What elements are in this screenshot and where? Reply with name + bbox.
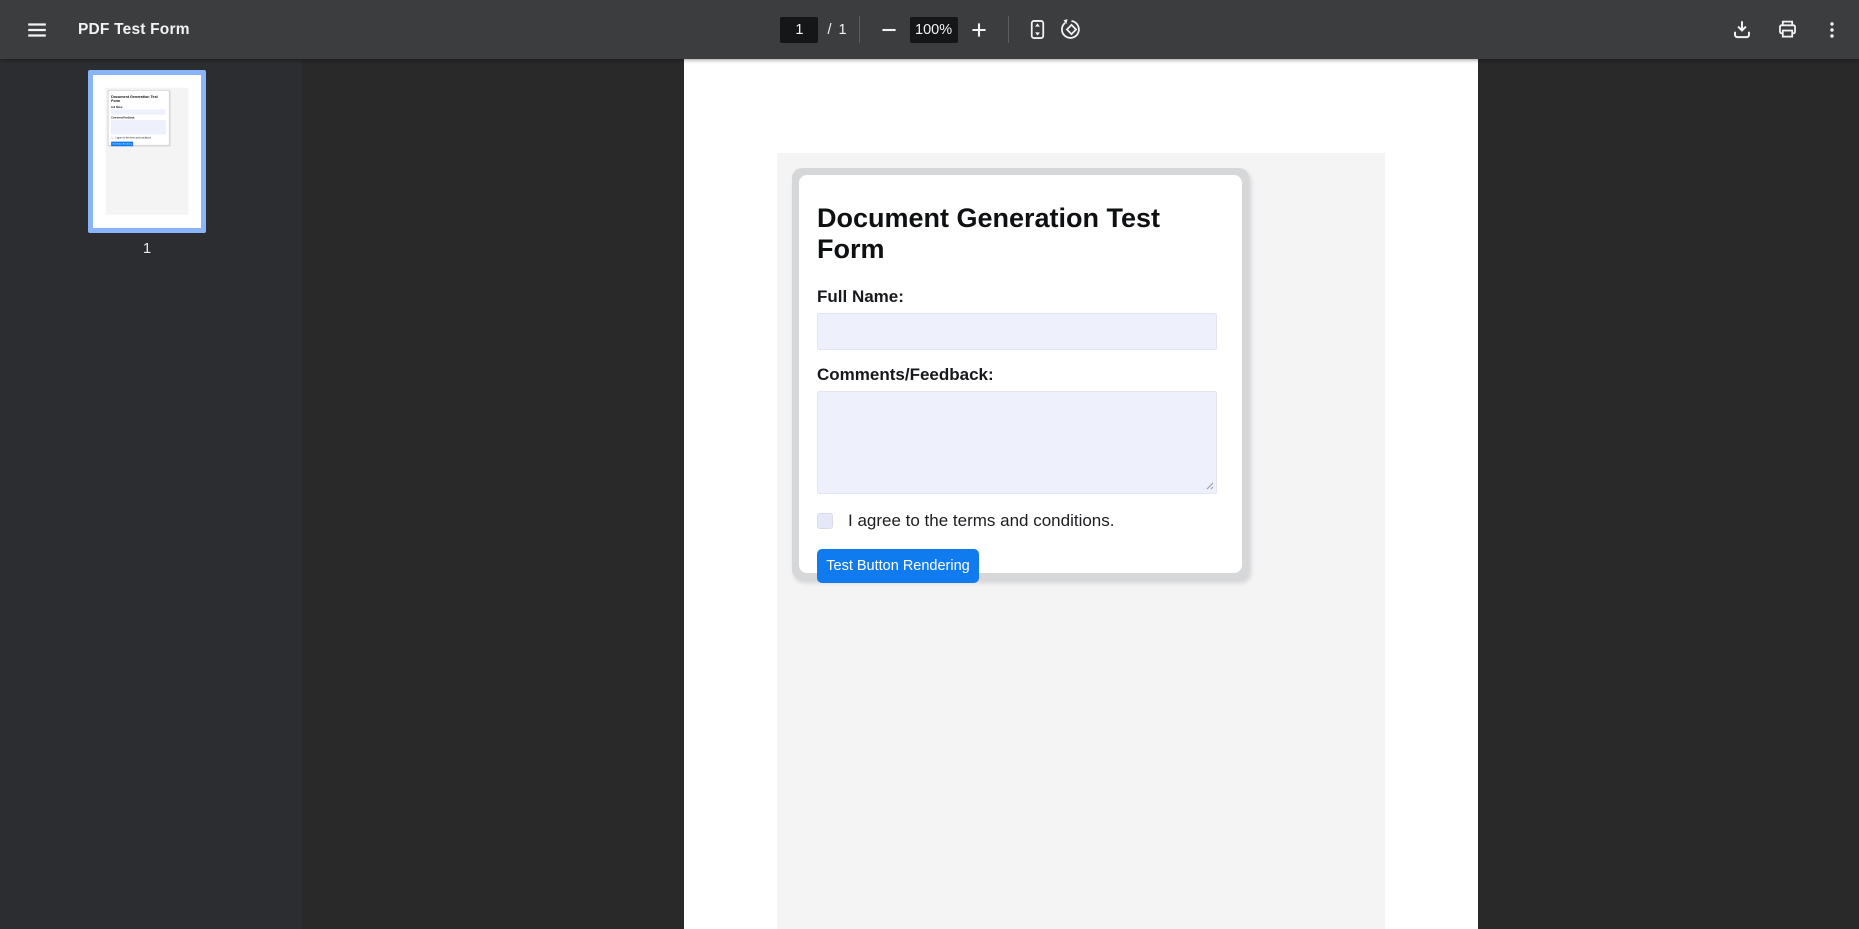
download-icon (1730, 18, 1754, 42)
viewer-content: Document Generation Test Form Full Name:… (0, 59, 1859, 929)
pdf-viewport: Document Generation Test Form Full Name:… (302, 59, 1859, 929)
page-count-separator: / (827, 22, 831, 38)
agree-checkbox[interactable] (817, 513, 833, 529)
zoom-level: 100% (910, 17, 958, 43)
thumbnail-sidebar: Document Generation Test Form Full Name:… (0, 59, 302, 929)
form-card: Document Generation Test Form Full Name:… (792, 168, 1249, 580)
pdf-page: Document Generation Test Form Full Name:… (93, 75, 201, 228)
zoom-out-icon (878, 19, 900, 41)
comments-textarea[interactable] (817, 391, 1217, 494)
full-name-input (111, 110, 165, 115)
print-icon (1776, 18, 1799, 41)
rotate-button[interactable] (1055, 13, 1089, 47)
full-name-label: Full Name: (817, 287, 1224, 307)
page-holder: Document Generation Test Form Full Name:… (684, 59, 1478, 929)
form-card-inner: Document Generation Test Form Full Name:… (799, 175, 1242, 573)
pdf-viewer-toolbar: PDF Test Form / 1 100% (0, 0, 1859, 59)
comments-label: Comments/Feedback: (111, 117, 166, 120)
comments-field: Comments/Feedback: (111, 117, 166, 135)
toolbar-right (1089, 13, 1849, 47)
form-page-background: Document Generation Test Form Full Name:… (777, 153, 1385, 929)
more-options-button[interactable] (1815, 13, 1849, 47)
agreement-row: I agree to the terms and conditions. (111, 136, 166, 139)
test-button: Test Button Rendering (111, 142, 133, 147)
agree-checkbox (111, 137, 113, 139)
form-heading: Document Generation Test Form (111, 95, 166, 103)
zoom-in-button[interactable] (962, 13, 996, 47)
page-count: / 1 (827, 22, 846, 38)
comments-field: Comments/Feedback: (817, 365, 1224, 494)
print-button[interactable] (1770, 13, 1804, 47)
fit-page-icon (1026, 18, 1049, 41)
toolbar-center: / 1 100% (780, 13, 1088, 47)
comments-textarea-wrap (817, 391, 1217, 494)
toolbar-divider (859, 16, 860, 43)
full-name-field: Full Name: (817, 287, 1224, 350)
agree-label: I agree to the terms and conditions. (848, 511, 1115, 531)
form-heading: Document Generation Test Form (817, 203, 1224, 265)
comments-textarea (111, 120, 165, 134)
menu-button[interactable] (20, 13, 54, 47)
thumbnail-wrap: Document Generation Test Form Full Name:… (88, 70, 206, 257)
more-vert-icon (1821, 19, 1843, 41)
download-button[interactable] (1725, 13, 1759, 47)
page-number-input[interactable] (780, 17, 818, 43)
page-count-total: 1 (838, 22, 846, 38)
fit-page-button[interactable] (1021, 13, 1055, 47)
full-name-field: Full Name: (111, 106, 166, 115)
page-thumbnail-1[interactable]: Document Generation Test Form Full Name:… (88, 70, 206, 233)
form-page-background: Document Generation Test Form Full Name:… (106, 88, 189, 215)
toolbar-divider (1008, 16, 1009, 43)
comments-label: Comments/Feedback: (817, 365, 1224, 385)
agree-label: I agree to the terms and conditions. (115, 136, 151, 139)
form-card: Document Generation Test Form Full Name:… (108, 90, 170, 146)
thumbnail-preview: Document Generation Test Form Full Name:… (93, 75, 201, 228)
thumbnail-page-label: 1 (88, 240, 206, 257)
test-button[interactable]: Test Button Rendering (817, 549, 979, 583)
menu-icon (26, 19, 48, 41)
document-title: PDF Test Form (78, 21, 190, 39)
toolbar-left: PDF Test Form (20, 13, 780, 47)
resize-handle-icon (164, 132, 165, 133)
pdf-page: Document Generation Test Form Full Name:… (684, 59, 1478, 929)
form-card-inner: Document Generation Test Form Full Name:… (109, 91, 169, 145)
resize-handle-icon (1203, 479, 1214, 490)
full-name-label: Full Name: (111, 106, 166, 109)
full-name-input[interactable] (817, 313, 1217, 350)
zoom-in-icon (968, 19, 990, 41)
zoom-out-button[interactable] (872, 13, 906, 47)
rotate-icon (1060, 18, 1083, 41)
agreement-row: I agree to the terms and conditions. (817, 511, 1224, 531)
comments-textarea-wrap (111, 120, 165, 134)
